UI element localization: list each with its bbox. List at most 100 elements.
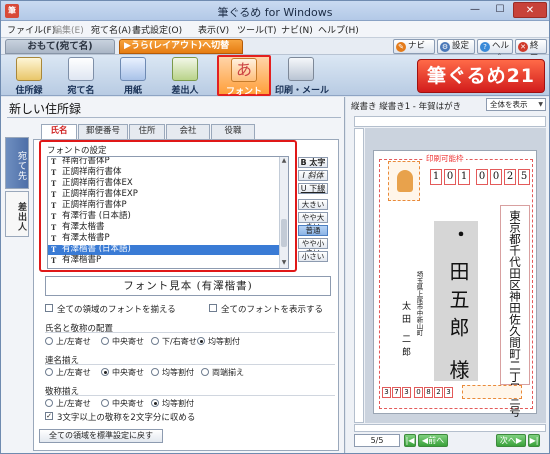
font-list-item[interactable]: T 有澤太楷書P bbox=[48, 233, 280, 244]
help-button[interactable]: ?ヘルプ bbox=[477, 39, 513, 64]
menu-view[interactable]: 表示(V) bbox=[198, 23, 229, 36]
question-icon: ? bbox=[480, 42, 490, 52]
radio-dot[interactable] bbox=[151, 399, 159, 407]
radio-dot[interactable] bbox=[101, 368, 109, 376]
tool-paper[interactable]: 用紙 bbox=[109, 56, 157, 96]
menu-file[interactable]: ファイル(F) bbox=[7, 23, 55, 36]
font-list-scrollbar[interactable]: ▲ ▼ bbox=[279, 157, 288, 268]
last-page-button[interactable]: ▶| bbox=[528, 434, 540, 447]
size-slightly-small-button[interactable]: やや小さい bbox=[298, 238, 328, 257]
radio-dot[interactable] bbox=[101, 399, 109, 407]
font-list-item[interactable]: T 有澤行書 (日本語) bbox=[48, 211, 280, 222]
radio-dot[interactable] bbox=[45, 368, 53, 376]
show-all-fonts-checkbox[interactable]: 全てのフォントを表示する bbox=[209, 303, 323, 315]
side-tab-recipient[interactable]: 宛て先 bbox=[5, 137, 29, 189]
sender-zip-digit: 3 bbox=[444, 387, 453, 398]
tool-print-mail[interactable]: 印刷・メール bbox=[275, 56, 329, 96]
radio-dot[interactable] bbox=[197, 337, 205, 345]
tab-omote[interactable]: おもて(宛て名) bbox=[5, 39, 115, 54]
checkbox-box[interactable] bbox=[45, 304, 53, 312]
font-list-item-selected[interactable]: T 有澤楷書 (日本語) bbox=[48, 244, 280, 255]
font-list-item[interactable]: T 有澤楷書P bbox=[48, 255, 280, 266]
truetype-icon: T bbox=[51, 212, 57, 221]
font-list-item[interactable]: T 正調祥南行書体EX bbox=[48, 178, 280, 189]
side-tab-sender[interactable]: 差出人 bbox=[5, 191, 29, 237]
tool-font[interactable]: あ フォント bbox=[217, 55, 271, 97]
exit-button[interactable]: ✕終了 bbox=[515, 39, 547, 64]
radio-dot[interactable] bbox=[101, 337, 109, 345]
switch-to-ura-button[interactable]: ▶うら(レイアウト)へ切替 bbox=[119, 39, 243, 54]
scroll-down-icon[interactable]: ▼ bbox=[280, 259, 288, 267]
next-page-button[interactable]: 次へ▶ bbox=[496, 434, 526, 447]
name-layout-bottom-right[interactable]: 下/右寄せ bbox=[151, 336, 197, 347]
radio-dot[interactable] bbox=[151, 368, 159, 376]
first-page-button[interactable]: |◀ bbox=[404, 434, 416, 447]
size-large-button[interactable]: 大きい bbox=[298, 199, 328, 210]
font-list-item[interactable]: T 祥南行書体P bbox=[48, 157, 280, 167]
joint-both-ends[interactable]: 両端揃え bbox=[201, 367, 244, 378]
font-list-item[interactable]: T 正調祥南行書体P bbox=[48, 200, 280, 211]
honorific-justify[interactable]: 均等割付 bbox=[151, 398, 194, 409]
address-book-icon bbox=[16, 57, 42, 81]
close-window-button[interactable]: ✕ bbox=[513, 2, 547, 18]
honorific-fit-checkbox[interactable]: ✓ 3文字以上の敬称を2文字分に収める bbox=[45, 411, 195, 423]
font-list[interactable]: T 祥南行書体P T 正調祥南行書体 T 正調祥南行書体EX T 正調祥南行書体EXP … bbox=[47, 156, 289, 269]
radio-dot[interactable] bbox=[45, 399, 53, 407]
joint-center[interactable]: 中央寄せ bbox=[101, 367, 144, 378]
bold-button[interactable]: B 太字 bbox=[298, 157, 328, 168]
honorific-center[interactable]: 中央寄せ bbox=[101, 398, 144, 409]
menu-format[interactable]: 書式設定(O) bbox=[132, 23, 182, 36]
prev-page-button[interactable]: ◀前へ bbox=[418, 434, 448, 447]
tool-sender[interactable]: 差出人 bbox=[161, 56, 209, 96]
maximize-button[interactable]: ☐ bbox=[488, 2, 512, 18]
tab-company[interactable]: 会社 bbox=[166, 124, 210, 139]
tool-address-book[interactable]: 住所録 bbox=[5, 56, 53, 96]
size-slightly-large-button[interactable]: やや大きい bbox=[298, 212, 328, 231]
scroll-up-icon[interactable]: ▲ bbox=[280, 157, 288, 165]
align-all-fonts-checkbox[interactable]: 全ての領域のフォントを揃える bbox=[45, 303, 176, 315]
underline-button[interactable]: U 下線 bbox=[298, 183, 328, 194]
tab-position[interactable]: 役職 bbox=[211, 124, 255, 139]
font-list-item[interactable]: T 有澤太楷書 bbox=[48, 222, 280, 233]
menu-address[interactable]: 宛て名(A) bbox=[91, 23, 131, 36]
radio-dot[interactable] bbox=[151, 337, 159, 345]
recipient-name: 田五郎 様 bbox=[446, 261, 470, 388]
name-layout-justify[interactable]: 均等割付 bbox=[197, 336, 240, 347]
tool-atena[interactable]: 宛て名 bbox=[57, 56, 105, 96]
sender-icon bbox=[172, 57, 198, 81]
size-normal-button[interactable]: 普通 bbox=[298, 225, 328, 236]
minimize-button[interactable]: — bbox=[463, 2, 487, 18]
menu-navi[interactable]: ナビ(N) bbox=[281, 23, 313, 36]
zoom-select[interactable]: 全体を表示 bbox=[486, 98, 546, 111]
italic-button[interactable]: I 斜体 bbox=[298, 170, 328, 181]
tab-postal-code[interactable]: 郵便番号 bbox=[78, 124, 128, 139]
tab-address[interactable]: 住所 bbox=[129, 124, 165, 139]
gear-icon: ⚙ bbox=[440, 42, 450, 52]
checkbox-box-checked[interactable]: ✓ bbox=[45, 412, 53, 420]
tab-name[interactable]: 氏名 bbox=[41, 124, 77, 140]
honorific-top-left[interactable]: 上/左寄せ bbox=[45, 398, 91, 409]
checkbox-label: 3文字以上の敬称を2文字分に収める bbox=[57, 413, 196, 423]
name-layout-top-left[interactable]: 上/左寄せ bbox=[45, 336, 91, 347]
scroll-thumb[interactable] bbox=[281, 219, 287, 247]
menu-help[interactable]: ヘルプ(H) bbox=[318, 23, 359, 36]
setting-button[interactable]: ⚙ 設定 bbox=[437, 39, 475, 54]
app-window: 筆 筆ぐるめ for Windows — ☐ ✕ ファイル(F) 編集(E) 宛… bbox=[0, 0, 550, 454]
menu-tools[interactable]: ツール(T) bbox=[237, 23, 277, 36]
radio-label: 上/左寄せ bbox=[56, 337, 91, 346]
font-name: 正調祥南行書体 bbox=[62, 167, 122, 177]
checkbox-box[interactable] bbox=[209, 304, 217, 312]
name-layout-center[interactable]: 中央寄せ bbox=[101, 336, 144, 347]
size-small-button[interactable]: 小さい bbox=[298, 251, 328, 262]
radio-dot[interactable] bbox=[45, 337, 53, 345]
navi-button[interactable]: ✎ ナビ bbox=[393, 39, 435, 54]
radio-dot[interactable] bbox=[201, 368, 209, 376]
reset-all-fields-button[interactable]: 全ての領域を標準設定に戻す bbox=[39, 429, 163, 443]
vertical-ruler bbox=[354, 128, 364, 423]
font-list-item[interactable]: T 正調祥南行書体EXP bbox=[48, 189, 280, 200]
menu-edit[interactable]: 編集(E) bbox=[53, 23, 84, 36]
postcard[interactable]: 印刷可能枠 1 0 1 0 0 2 5 東京都千代田区神田佐久間町二丁目三号 ・… bbox=[373, 150, 537, 417]
joint-justify[interactable]: 均等割付 bbox=[151, 367, 194, 378]
joint-top-left[interactable]: 上/左寄せ bbox=[45, 367, 91, 378]
font-list-item[interactable]: T 正調祥南行書体 bbox=[48, 167, 280, 178]
